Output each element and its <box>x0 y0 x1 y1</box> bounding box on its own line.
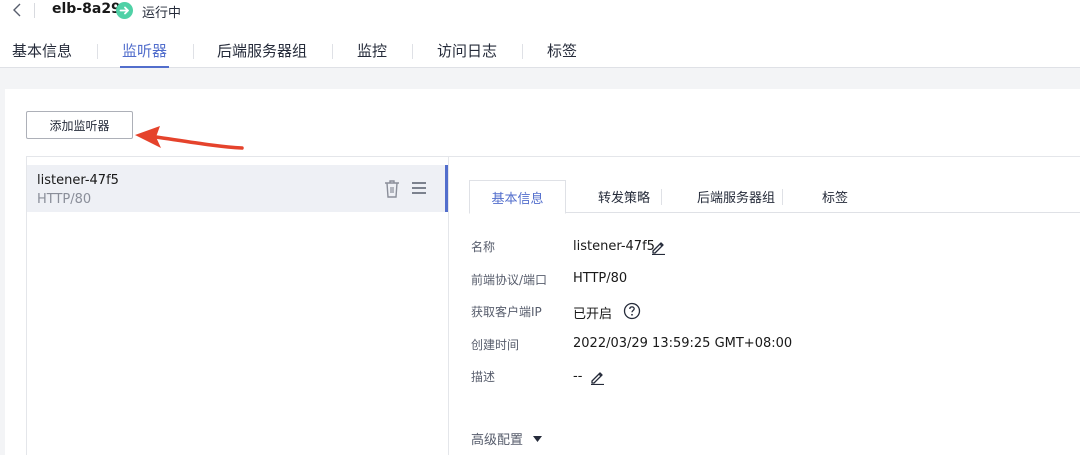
advanced-config-toggle[interactable]: 高级配置 <box>471 429 543 448</box>
detail-tab-backend-groups[interactable]: 后端服务器组 <box>681 180 791 213</box>
field-value-client-ip: 已开启 <box>573 307 613 322</box>
listener-name: listener-47f5 <box>37 173 119 188</box>
field-label-protocol: 前端协议/端口 <box>471 273 548 287</box>
trash-icon[interactable] <box>383 179 401 199</box>
content-separator <box>0 68 1080 89</box>
left-gutter <box>0 89 5 455</box>
listener-protocol: HTTP/80 <box>37 192 92 207</box>
status-text: 运行中 <box>142 6 182 21</box>
pencil-icon[interactable] <box>589 369 605 385</box>
tab-divider <box>661 189 662 205</box>
tab-label: 基本信息 <box>491 191 544 207</box>
detail-tab-tags[interactable]: 标签 <box>803 180 867 213</box>
header-divider <box>34 3 35 18</box>
caret-down-icon <box>533 435 543 442</box>
tab-divider <box>97 44 98 59</box>
tab-label: 基本信息 <box>12 42 73 60</box>
tab-divider <box>522 44 523 59</box>
field-label-description: 描述 <box>471 370 496 384</box>
tab-label: 标签 <box>547 42 578 60</box>
tab-label: 后端服务器组 <box>696 191 775 206</box>
tab-basic-info[interactable]: 基本信息 <box>12 36 72 68</box>
tab-monitoring[interactable]: 监控 <box>357 36 387 68</box>
tab-backend-groups[interactable]: 后端服务器组 <box>217 36 307 68</box>
field-value-protocol: HTTP/80 <box>573 271 628 286</box>
tab-divider <box>412 44 413 59</box>
menu-icon[interactable] <box>411 179 427 197</box>
field-value-created: 2022/03/29 13:59:25 GMT+08:00 <box>573 336 793 351</box>
tab-divider <box>782 189 783 205</box>
listener-list-item[interactable]: listener-47f5 HTTP/80 <box>27 165 448 212</box>
tab-label: 转发策略 <box>597 191 650 206</box>
tab-tags[interactable]: 标签 <box>547 36 577 68</box>
field-value-name: listener-47f5 <box>573 239 655 254</box>
chevron-left-icon <box>13 3 21 17</box>
arrow-right-icon <box>119 6 129 15</box>
tab-divider <box>332 44 333 59</box>
tab-label: 监控 <box>357 42 388 60</box>
detail-tabs: 基本信息 转发策略 后端服务器组 标签 <box>469 180 1080 214</box>
tab-label: 后端服务器组 <box>217 42 308 60</box>
listener-detail: 基本信息 转发策略 后端服务器组 标签 名称 listener-47f5 前端协… <box>448 156 1080 455</box>
elb-name: elb-8a29 <box>52 1 121 17</box>
status-icon <box>116 2 133 19</box>
tab-divider <box>193 44 194 59</box>
field-label-client-ip: 获取客户端IP <box>471 305 542 319</box>
add-listener-button[interactable]: 添加监听器 <box>26 111 133 139</box>
page: elb-8a29 运行中 基本信息 监听器 后端服务器组 监控 访问日志 标签 … <box>0 0 1080 455</box>
tab-access-logs[interactable]: 访问日志 <box>437 36 497 68</box>
main-tabs: 基本信息 监听器 后端服务器组 监控 访问日志 标签 <box>0 36 1080 69</box>
detail-tab-forwarding[interactable]: 转发策略 <box>579 180 669 213</box>
page-header: elb-8a29 运行中 <box>0 0 1080 22</box>
question-circle-icon[interactable] <box>623 302 641 320</box>
annotation-arrow-icon <box>135 126 244 150</box>
field-value-description: -- <box>573 369 583 384</box>
tab-label: 标签 <box>821 191 848 206</box>
field-label-created: 创建时间 <box>471 338 520 352</box>
advanced-config-label: 高级配置 <box>471 433 524 448</box>
listener-list: listener-47f5 HTTP/80 <box>26 156 448 455</box>
tab-label: 访问日志 <box>437 42 498 60</box>
pencil-icon[interactable] <box>650 239 666 255</box>
detail-tab-basic-info[interactable]: 基本信息 <box>469 180 566 214</box>
field-label-name: 名称 <box>471 240 496 254</box>
back-button[interactable] <box>9 1 25 19</box>
tab-label: 监听器 <box>122 42 168 60</box>
tab-listeners[interactable]: 监听器 <box>119 36 170 69</box>
